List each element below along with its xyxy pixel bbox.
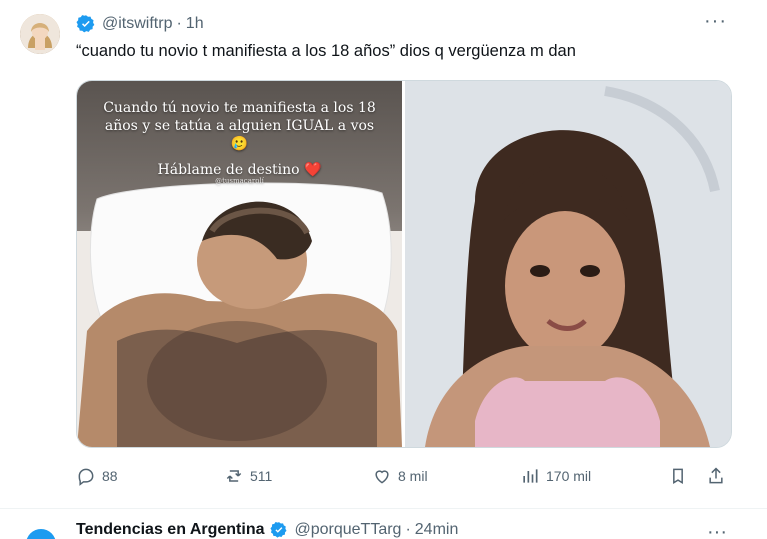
media-image-left[interactable]: Cuando tú novio te manifiesta a los 18 a… bbox=[77, 81, 402, 447]
share-icon bbox=[709, 467, 723, 484]
views-button[interactable]: 170 mil bbox=[520, 466, 591, 486]
verified-badge-icon bbox=[270, 521, 287, 538]
next-tweet-title[interactable]: Tendencias en Argentina bbox=[76, 521, 264, 539]
tweet-time[interactable]: 1h bbox=[186, 15, 204, 33]
like-button[interactable]: 8 mil bbox=[372, 466, 428, 486]
header-separator: · bbox=[176, 15, 182, 32]
tweet-actions: 88 511 8 mil 170 mil bbox=[76, 466, 736, 490]
tweet: @itswiftrp · 1h ··· “cuando tu novio t m… bbox=[0, 0, 767, 510]
reply-icon bbox=[78, 468, 94, 486]
retweet-button[interactable]: 511 bbox=[224, 466, 272, 486]
retweet-icon bbox=[226, 470, 242, 482]
next-tweet-time[interactable]: 24min bbox=[415, 521, 459, 539]
left-watermark: @tusmacarolí bbox=[215, 177, 264, 185]
retweet-count: 511 bbox=[250, 468, 273, 484]
reply-count: 88 bbox=[102, 468, 118, 484]
more-options-button[interactable]: ··· bbox=[704, 10, 727, 33]
verified-badge-icon bbox=[76, 15, 95, 33]
avatar[interactable] bbox=[20, 14, 60, 54]
heart-icon bbox=[375, 470, 389, 484]
next-tweet-header: Tendencias en Argentina @porqueTTarg · 2… bbox=[76, 521, 458, 539]
next-tweet[interactable]: Tendencias en Argentina @porqueTTarg · 2… bbox=[0, 508, 767, 539]
left-caption-main: Cuando tú novio te manifiesta a los 18 a… bbox=[103, 100, 376, 152]
tweet-text: “cuando tu novio t manifiesta a los 18 a… bbox=[76, 42, 576, 60]
next-more-options-button[interactable]: ··· bbox=[707, 521, 727, 539]
like-count: 8 mil bbox=[398, 468, 428, 484]
bookmark-button[interactable] bbox=[668, 466, 694, 486]
next-header-separator: · bbox=[405, 521, 411, 538]
tweet-header: @itswiftrp · 1h bbox=[76, 14, 204, 34]
tweet-handle[interactable]: @itswiftrp bbox=[102, 15, 172, 33]
analytics-icon bbox=[523, 469, 538, 483]
media-image-right[interactable] bbox=[405, 81, 731, 447]
tweet-media[interactable]: Cuando tú novio te manifiesta a los 18 a… bbox=[76, 80, 732, 448]
next-tweet-handle[interactable]: @porqueTTarg bbox=[294, 521, 401, 539]
girl-portrait-image bbox=[405, 81, 731, 447]
bookmark-icon bbox=[673, 468, 683, 484]
share-button[interactable] bbox=[706, 466, 732, 486]
reply-button[interactable]: 88 bbox=[76, 466, 118, 486]
avatar-image bbox=[20, 14, 60, 54]
views-count: 170 mil bbox=[546, 468, 592, 484]
